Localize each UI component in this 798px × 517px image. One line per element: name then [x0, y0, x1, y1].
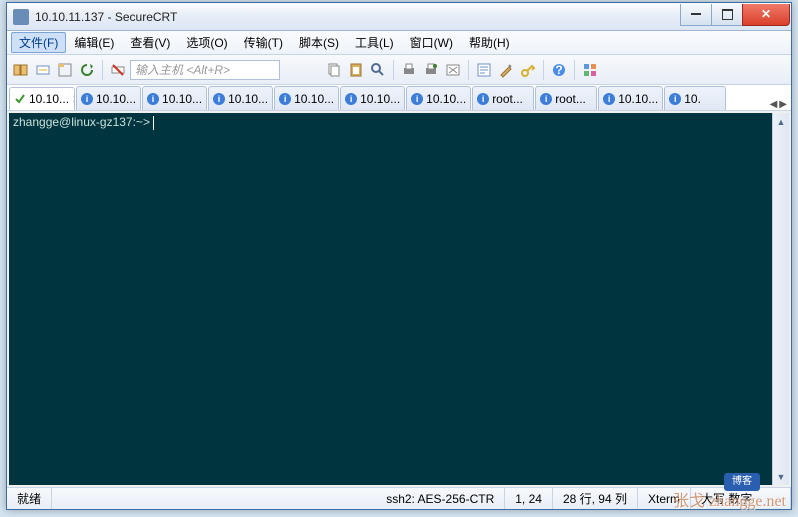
tab-label: 10.10... [426, 92, 466, 106]
print-icon[interactable] [399, 60, 419, 80]
host-input[interactable]: 输入主机 <Alt+R> [130, 60, 280, 80]
reconnect-icon[interactable] [77, 60, 97, 80]
clear-screen-icon[interactable] [443, 60, 463, 80]
check-icon [14, 93, 26, 105]
copy-icon[interactable] [324, 60, 344, 80]
watermark-text: 张戈 zhangge.net [673, 487, 786, 511]
session-tab[interactable]: i10.10... [76, 86, 141, 110]
app-window: 10.10.11.137 - SecureCRT 文件(F)编辑(E)查看(V)… [6, 2, 792, 510]
separator [393, 60, 394, 80]
session-tab[interactable]: iroot... [472, 86, 534, 110]
info-icon: i [345, 93, 357, 105]
scroll-up-icon[interactable]: ▲ [773, 113, 789, 130]
print-screen-icon[interactable] [421, 60, 441, 80]
info-icon: i [213, 93, 225, 105]
close-button[interactable] [742, 4, 790, 26]
svg-text:?: ? [555, 63, 562, 77]
separator [543, 60, 544, 80]
tab-label: 10.10... [360, 92, 400, 106]
tab-label: 10.10... [294, 92, 334, 106]
toolbar: 输入主机 <Alt+R> ? [7, 55, 791, 85]
menu-编辑[interactable]: 编辑(E) [66, 32, 122, 53]
terminal-area: zhangge@linux-gz137:~> ▲ ▼ [7, 111, 791, 487]
tab-label: root... [555, 92, 586, 106]
tab-close-icon[interactable]: ✕ [72, 93, 75, 106]
properties-icon[interactable] [474, 60, 494, 80]
connect-tab-icon[interactable] [55, 60, 75, 80]
options-icon[interactable] [496, 60, 516, 80]
window-title: 10.10.11.137 - SecureCRT [35, 10, 681, 24]
menu-工具[interactable]: 工具(L) [347, 32, 402, 53]
menu-帮助[interactable]: 帮助(H) [461, 32, 518, 53]
window-controls [681, 4, 790, 26]
scroll-down-icon[interactable]: ▼ [773, 468, 789, 485]
vertical-scrollbar[interactable]: ▲ ▼ [772, 113, 789, 485]
menu-文件[interactable]: 文件(F) [11, 32, 66, 53]
info-icon: i [603, 93, 615, 105]
session-tab[interactable]: i10. [664, 86, 726, 110]
session-mgr-icon[interactable] [11, 60, 31, 80]
separator [574, 60, 575, 80]
tab-next-icon[interactable]: ▶ [779, 99, 787, 110]
tab-prev-icon[interactable]: ◀ [770, 99, 778, 110]
tab-label: root... [492, 92, 523, 106]
maximize-button[interactable] [711, 4, 743, 26]
info-icon: i [81, 93, 93, 105]
key-icon[interactable] [518, 60, 538, 80]
tab-label: 10.10... [618, 92, 658, 106]
menubar: 文件(F)编辑(E)查看(V)选项(O)传输(T)脚本(S)工具(L)窗口(W)… [7, 31, 791, 55]
separator [468, 60, 469, 80]
session-tab[interactable]: i10.10... [340, 86, 405, 110]
session-tab[interactable]: i10.10... [142, 86, 207, 110]
status-ready: 就绪 [7, 488, 52, 509]
status-cursor-pos: 1, 24 [505, 488, 553, 509]
session-tab[interactable]: i10.10... [274, 86, 339, 110]
disconnect-icon[interactable] [108, 60, 128, 80]
session-tab[interactable]: i10.10... [208, 86, 273, 110]
tab-label: 10. [684, 92, 701, 106]
app-icon [13, 9, 29, 25]
cursor [153, 116, 154, 130]
find-icon[interactable] [368, 60, 388, 80]
separator [102, 60, 103, 80]
tile-icon[interactable] [580, 60, 600, 80]
session-tab[interactable]: i10.10... [598, 86, 663, 110]
terminal[interactable]: zhangge@linux-gz137:~> [9, 113, 772, 485]
titlebar[interactable]: 10.10.11.137 - SecureCRT [7, 3, 791, 31]
info-icon: i [540, 93, 552, 105]
paste-icon[interactable] [346, 60, 366, 80]
info-icon: i [279, 93, 291, 105]
menu-查看[interactable]: 查看(V) [122, 32, 178, 53]
tab-label: 10.10... [228, 92, 268, 106]
minimize-button[interactable] [680, 4, 712, 26]
status-dimensions: 28 行, 94 列 [553, 488, 638, 509]
tab-label: 10.10... [29, 92, 69, 106]
info-icon: i [669, 93, 681, 105]
menu-选项[interactable]: 选项(O) [178, 32, 235, 53]
info-icon: i [477, 93, 489, 105]
shell-prompt: zhangge@linux-gz137:~> [13, 115, 153, 129]
session-tabs: 10.10...✕i10.10...i10.10...i10.10...i10.… [7, 85, 791, 111]
menu-传输[interactable]: 传输(T) [236, 32, 291, 53]
session-tab[interactable]: iroot... [535, 86, 597, 110]
help-icon[interactable]: ? [549, 60, 569, 80]
status-protocol: ssh2: AES-256-CTR [376, 488, 505, 509]
info-icon: i [411, 93, 423, 105]
menu-脚本[interactable]: 脚本(S) [291, 32, 347, 53]
tab-label: 10.10... [162, 92, 202, 106]
scroll-track[interactable] [773, 130, 789, 468]
session-tab[interactable]: i10.10... [406, 86, 471, 110]
tab-label: 10.10... [96, 92, 136, 106]
session-tab[interactable]: 10.10...✕ [9, 87, 75, 111]
quick-connect-icon[interactable] [33, 60, 53, 80]
menu-窗口[interactable]: 窗口(W) [402, 32, 461, 53]
info-icon: i [147, 93, 159, 105]
